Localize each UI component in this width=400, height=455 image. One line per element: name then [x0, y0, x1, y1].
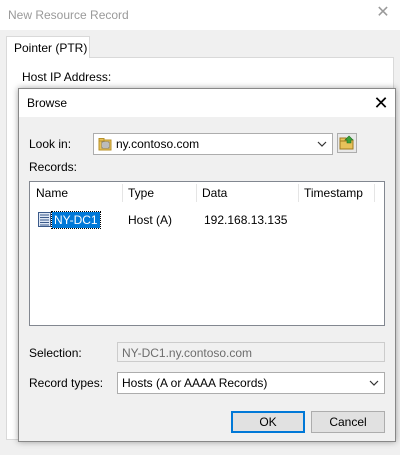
selection-value: NY-DC1.ny.contoso.com — [122, 346, 253, 360]
record-name-selected[interactable]: NY-DC1 — [51, 211, 101, 229]
browse-titlebar: Browse ✕ — [19, 89, 395, 117]
ok-button[interactable]: OK — [231, 411, 305, 433]
records-list[interactable]: Name Type Data Timestamp NY-DC1 Host (A)… — [29, 181, 385, 326]
record-data[interactable]: 192.168.13.135 — [204, 213, 287, 227]
folder-up-icon — [339, 135, 354, 150]
server-record-icon — [38, 212, 51, 227]
column-divider[interactable] — [374, 184, 375, 202]
tab-pointer-ptr[interactable]: Pointer (PTR) — [6, 36, 90, 58]
selection-field: NY-DC1.ny.contoso.com — [117, 342, 385, 362]
records-label: Records: — [29, 160, 78, 174]
column-header-name[interactable]: Name — [36, 186, 68, 200]
host-ip-address-label: Host IP Address: — [22, 70, 112, 84]
background-titlebar: New Resource Record ✕ — [0, 0, 400, 30]
browse-dialog: Browse ✕ Look in: ny.contoso.com Records… — [18, 88, 396, 442]
cancel-button[interactable]: Cancel — [311, 411, 385, 433]
chevron-down-icon — [369, 380, 379, 386]
tab-pointer-ptr-label: Pointer (PTR) — [14, 41, 88, 55]
chevron-down-icon — [317, 141, 327, 147]
record-types-value: Hosts (A or AAAA Records) — [122, 376, 268, 390]
look-in-label: Look in: — [29, 137, 72, 151]
browse-dialog-title: Browse — [27, 96, 68, 110]
look-in-value: ny.contoso.com — [116, 137, 200, 151]
column-header-timestamp[interactable]: Timestamp — [304, 186, 363, 200]
column-divider[interactable] — [196, 184, 197, 202]
folder-up-button[interactable] — [337, 133, 357, 153]
look-in-dropdown[interactable]: ny.contoso.com — [93, 133, 333, 155]
background-close-icon[interactable]: ✕ — [374, 4, 392, 22]
selection-label: Selection: — [29, 346, 82, 360]
column-header-type[interactable]: Type — [128, 186, 154, 200]
close-icon[interactable]: ✕ — [371, 93, 391, 113]
column-header-data[interactable]: Data — [202, 186, 227, 200]
record-types-dropdown[interactable]: Hosts (A or AAAA Records) — [117, 372, 385, 394]
record-type[interactable]: Host (A) — [128, 213, 172, 227]
column-divider[interactable] — [122, 184, 123, 202]
zone-folder-icon — [98, 138, 112, 151]
record-types-label: Record types: — [29, 376, 104, 390]
background-window-title: New Resource Record — [8, 8, 129, 22]
column-divider[interactable] — [298, 184, 299, 202]
